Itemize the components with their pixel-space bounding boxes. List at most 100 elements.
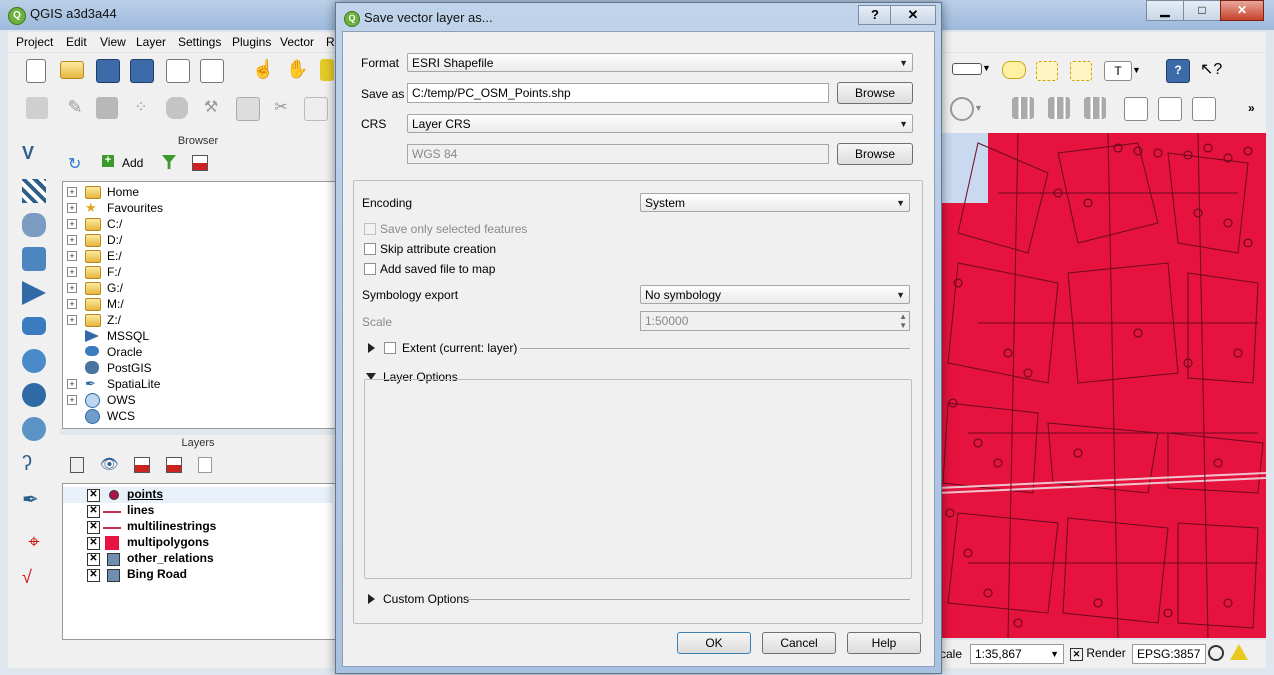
add-postgis-icon[interactable]	[22, 213, 46, 237]
touch-zoom-icon[interactable]: ☝	[252, 59, 274, 81]
expand-icon[interactable]: +	[67, 235, 77, 245]
filter-icon[interactable]	[162, 155, 176, 169]
crosshair-icon[interactable]: ⌖	[22, 531, 46, 555]
cancel-button[interactable]: Cancel	[762, 632, 836, 654]
chevron-down-icon-2[interactable]: ▼	[1132, 65, 1142, 75]
chevron-down-icon[interactable]: ▼	[982, 63, 992, 73]
menu-view[interactable]: View	[100, 35, 126, 49]
menu-vector[interactable]: Vector	[280, 35, 314, 49]
new-print-composer-icon[interactable]	[166, 59, 190, 83]
save-as-input[interactable]: C:/temp/PC_OSM_Points.shp	[407, 83, 829, 103]
measure-line-icon[interactable]	[952, 63, 982, 75]
crs-combo[interactable]: Layer CRS ▼	[407, 114, 913, 133]
symbology-combo[interactable]: No symbology ▼	[640, 285, 910, 304]
menu-edit[interactable]: Edit	[66, 35, 87, 49]
pan-to-selection-icon[interactable]	[320, 59, 334, 81]
add-button-label[interactable]: Add	[122, 156, 143, 170]
chevron-down-icon-3[interactable]: ▼	[974, 103, 984, 113]
save-as-icon[interactable]	[130, 59, 154, 83]
layer-visibility-checkbox[interactable]: ✕	[87, 537, 100, 550]
gps-icon[interactable]: √	[22, 567, 46, 591]
browse-crs-button[interactable]: Browse	[837, 143, 913, 165]
expand-icon[interactable]: +	[67, 315, 77, 325]
expand-icon[interactable]: +	[67, 299, 77, 309]
expand-icon[interactable]: +	[67, 203, 77, 213]
layer-item-lines[interactable]: ✕ lines	[63, 503, 333, 519]
tree-item-m[interactable]: + M:/	[63, 296, 333, 312]
expand-icon[interactable]: +	[67, 251, 77, 261]
map-tips-icon[interactable]	[1002, 61, 1026, 79]
expand-icon[interactable]: +	[67, 267, 77, 277]
node-tool-icon[interactable]: ⚒	[200, 97, 222, 119]
add-icon[interactable]: +	[102, 155, 114, 167]
render-checkbox[interactable]: ✕	[1070, 648, 1083, 661]
expand-triangle-icon[interactable]	[368, 343, 375, 353]
tree-item-favourites[interactable]: + ★ Favourites	[63, 200, 333, 216]
attribute-table-icon[interactable]	[1048, 97, 1070, 119]
add-spatialite-icon[interactable]	[22, 247, 46, 271]
vector-edit-icon-3[interactable]	[1192, 97, 1216, 121]
tree-item-f[interactable]: + F:/	[63, 264, 333, 280]
expand-icon[interactable]: +	[67, 187, 77, 197]
render-toggle[interactable]: ✕ Render	[1066, 644, 1132, 662]
add-raster-layer-icon[interactable]	[22, 179, 46, 203]
dialog-close-button[interactable]: ✕	[890, 5, 936, 25]
layer-item-multipolygons[interactable]: ✕ multipolygons	[63, 535, 333, 551]
pan-hand-icon[interactable]: ✋	[286, 59, 308, 81]
add-oracle-icon[interactable]	[22, 317, 46, 335]
warning-icon[interactable]	[1230, 644, 1248, 660]
delete-selected-icon[interactable]	[236, 97, 260, 121]
show-bookmarks-icon[interactable]	[1070, 61, 1092, 81]
vector-edit-icon[interactable]	[1124, 97, 1148, 121]
expand-icon[interactable]: +	[67, 395, 77, 405]
dialog-help-button[interactable]: ?	[858, 5, 892, 25]
skip-attribute-checkbox[interactable]	[364, 243, 376, 255]
tree-item-home[interactable]: + Home	[63, 184, 333, 200]
map-canvas[interactable]	[938, 133, 1266, 638]
tree-item-mssql[interactable]: MSSQL	[63, 328, 333, 344]
format-combo[interactable]: ESRI Shapefile ▼	[407, 53, 913, 72]
expand-icon[interactable]: +	[67, 219, 77, 229]
help-contents-icon[interactable]: ?	[1166, 59, 1190, 83]
add-wms-icon[interactable]	[22, 349, 46, 373]
move-feature-icon[interactable]	[166, 97, 188, 119]
composer-manager-icon[interactable]	[200, 59, 224, 83]
extent-checkbox[interactable]	[384, 342, 396, 354]
field-calc-icon[interactable]	[1012, 97, 1034, 119]
menu-layer[interactable]: Layer	[136, 35, 166, 49]
eye-icon[interactable]: 👁	[100, 455, 119, 473]
maximize-button[interactable]: □	[1183, 0, 1221, 21]
menu-plugins[interactable]: Plugins	[232, 35, 271, 49]
layer-visibility-checkbox[interactable]: ✕	[87, 521, 100, 534]
save-project-icon[interactable]	[96, 59, 120, 83]
expand-icon[interactable]: +	[67, 283, 77, 293]
add-saved-checkbox[interactable]	[364, 263, 376, 275]
collapse-all-layers-icon[interactable]	[166, 457, 182, 473]
tree-item-d[interactable]: + D:/	[63, 232, 333, 248]
collapse-all-icon[interactable]	[192, 155, 208, 171]
save-edits-icon[interactable]	[96, 97, 118, 119]
add-wcs-icon[interactable]	[22, 383, 46, 407]
new-project-icon[interactable]	[26, 59, 46, 83]
new-shapefile-icon[interactable]: ✒	[22, 487, 46, 511]
add-feature-icon[interactable]: ⁘	[130, 97, 152, 119]
pentagon-icon[interactable]	[950, 97, 974, 121]
tree-item-g[interactable]: + G:/	[63, 280, 333, 296]
tree-item-wcs[interactable]: WCS	[63, 408, 333, 424]
add-mssql-icon[interactable]	[22, 281, 46, 305]
layer-visibility-checkbox[interactable]: ✕	[87, 553, 100, 566]
menu-project[interactable]: Project	[16, 35, 53, 49]
tree-item-oracle[interactable]: Oracle	[63, 344, 333, 360]
crs-status[interactable]: EPSG:3857	[1132, 644, 1206, 664]
current-edits-icon[interactable]	[26, 97, 48, 119]
tree-item-ows[interactable]: + OWS	[63, 392, 333, 408]
layer-item-bing-road[interactable]: ✕ Bing Road	[63, 567, 333, 583]
add-delimited-text-icon[interactable]: ʔ	[22, 453, 46, 477]
open-layer-styling-icon[interactable]	[70, 457, 84, 473]
tree-item-e[interactable]: + E:/	[63, 248, 333, 264]
tree-item-postgis[interactable]: PostGIS	[63, 360, 333, 376]
cut-features-icon[interactable]: ✂	[270, 97, 292, 119]
tree-item-c[interactable]: + C:/	[63, 216, 333, 232]
layer-visibility-checkbox[interactable]: ✕	[87, 569, 100, 582]
scale-combo[interactable]: 1:35,867 ▼	[970, 644, 1064, 664]
